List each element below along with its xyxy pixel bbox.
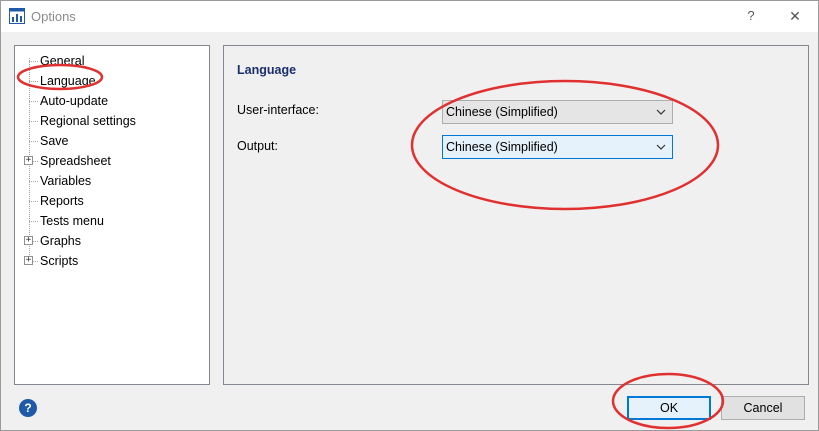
tree-item-label: Variables [40,174,92,188]
tree-connector [29,141,38,142]
help-icon[interactable]: ? [19,399,37,417]
tree-item-scripts[interactable]: + Scripts [15,251,205,271]
tree-connector [29,201,38,202]
options-tree: General Language Auto-update Regional setti… [14,45,210,385]
ui-language-value: Chinese (Simplified) [446,105,558,119]
tree-item-language[interactable]: Language [15,71,205,91]
tree-item-label: Tests menu [40,214,104,228]
options-dialog: Options ? ✕ General Language Auto-update Re… [0,0,819,431]
cancel-button[interactable]: Cancel [721,396,805,420]
tree-item-label: Graphs [40,234,81,248]
tree-item-save[interactable]: Save [15,131,205,151]
tree-item-tests-menu[interactable]: Tests menu [15,211,205,231]
tree-connector [29,81,38,82]
window-title: Options [31,9,76,24]
tree-item-label: Auto-update [40,94,109,108]
tree-item-variables[interactable]: Variables [15,171,205,191]
section-title: Language [237,63,297,77]
app-icon [9,8,25,24]
tree-connector [29,121,38,122]
chevron-down-icon [656,109,666,115]
ui-language-label: User-interface: [237,103,319,117]
ok-button[interactable]: OK [627,396,711,420]
tree-connector [29,101,38,102]
title-bar: Options ? ✕ [1,1,818,32]
expand-icon[interactable]: + [24,236,33,245]
tree-item-label: Regional settings [40,114,136,128]
output-language-value: Chinese (Simplified) [446,140,558,154]
tree-item-general[interactable]: General [15,51,205,71]
expand-icon[interactable]: + [24,156,33,165]
tree-item-label: Spreadsheet [40,154,111,168]
tree-item-auto-update[interactable]: Auto-update [15,91,205,111]
tree-item-regional-settings[interactable]: Regional settings [15,111,205,131]
tree-item-spreadsheet[interactable]: + Spreadsheet [15,151,205,171]
tree-item-label: Scripts [40,254,79,268]
expand-icon[interactable]: + [24,256,33,265]
tree-connector [29,221,38,222]
output-language-label: Output: [237,139,278,153]
tree-connector [29,181,38,182]
output-language-dropdown[interactable]: Chinese (Simplified) [442,135,673,159]
language-settings-panel: Language User-interface: Chinese (Simpli… [223,45,809,385]
tree-item-reports[interactable]: Reports [15,191,205,211]
ui-language-dropdown[interactable]: Chinese (Simplified) [442,100,673,124]
tree-item-graphs[interactable]: + Graphs [15,231,205,251]
tree-item-label: General [40,54,85,68]
tree-item-label: Reports [40,194,84,208]
tree-connector [29,61,38,62]
chevron-down-icon [656,144,666,150]
close-button[interactable]: ✕ [782,5,808,27]
tree-item-label: Save [40,134,69,148]
title-help-button[interactable]: ? [739,5,763,27]
tree-item-label: Language [40,74,96,88]
